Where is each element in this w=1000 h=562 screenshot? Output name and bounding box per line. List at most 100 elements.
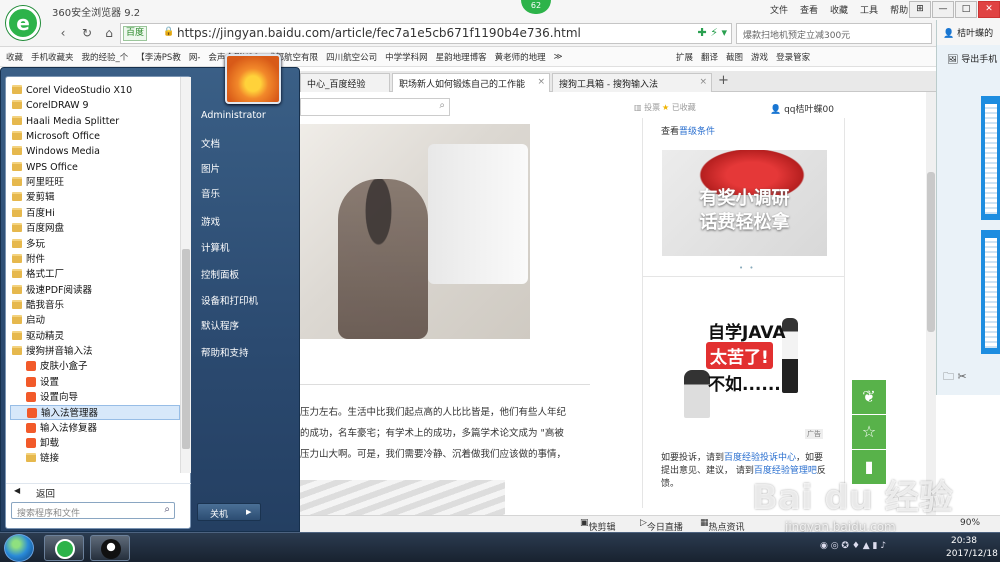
fav-item[interactable]: 中学学科网 [385, 51, 428, 63]
program-item[interactable]: 搜狗拼音输入法 [10, 344, 180, 359]
program-item[interactable]: 百度网盘 [10, 221, 180, 236]
program-item[interactable]: Windows Media [10, 144, 180, 159]
back-button[interactable]: ◀ 返回 [6, 483, 191, 500]
refresh-icon[interactable]: ↻ [78, 25, 96, 41]
minimize-button[interactable]: — [932, 1, 954, 18]
qq-panel-header[interactable]: 👤 桔叶蝶的 [937, 20, 1000, 45]
new-tab-button[interactable]: + [718, 73, 729, 88]
tab-sogou-toolbox[interactable]: 搜狗工具箱 - 搜狗输入法 × [552, 73, 712, 92]
program-item[interactable]: 卸载 [10, 436, 180, 451]
tab-article[interactable]: 职场新人如何锻炼自己的工作能 × [392, 73, 550, 92]
collect-button[interactable]: ★ 已收藏 [662, 102, 696, 113]
search-icon[interactable]: ⌕ [439, 100, 445, 111]
pictures-link[interactable]: 图片 [201, 161, 220, 175]
start-button[interactable] [4, 534, 34, 562]
home-icon[interactable]: ⌂ [100, 25, 118, 41]
menu-view[interactable]: 查看 [800, 3, 818, 16]
search-input[interactable]: 爆款扫地机预定立减300元 [736, 23, 932, 44]
fav-more-icon[interactable]: ≫ [554, 52, 563, 62]
program-item[interactable]: 爱剪辑 [10, 190, 180, 205]
program-item[interactable]: CorelDRAW 9 [10, 98, 180, 113]
start-search-input[interactable]: 搜索程序和文件 ⌕ [11, 502, 175, 519]
fav-item[interactable]: 收藏 [6, 51, 23, 63]
close-tab-icon[interactable]: × [537, 77, 545, 87]
user-avatar[interactable] [225, 54, 281, 104]
devices-printers-link[interactable]: 设备和打印机 [201, 293, 258, 307]
favorite-star-icon[interactable]: ☆ [852, 415, 886, 449]
scissors-icon[interactable]: ✂ [958, 370, 967, 383]
vote-button[interactable]: ▥ 投票 [634, 102, 660, 113]
shutdown-button[interactable]: 关机 ▶ [197, 503, 261, 521]
fav-item[interactable]: 黄老师的地理 [495, 51, 546, 63]
fav-item[interactable]: 星韵地理博客 [436, 51, 487, 63]
program-item[interactable]: 多玩 [10, 237, 180, 252]
program-item[interactable]: 驱动精灵 [10, 329, 180, 344]
fav-item[interactable]: 四川航空公司 [326, 51, 377, 63]
program-item[interactable]: Haali Media Splitter [10, 114, 180, 129]
program-item[interactable]: 链接 [10, 451, 180, 466]
taskbar-360-browser[interactable] [44, 535, 84, 561]
program-item[interactable]: 设置向导 [10, 390, 180, 405]
menu-favorites[interactable]: 收藏 [830, 3, 848, 16]
url-text[interactable]: https://jingyan.baidu.com/article/fec7a1… [177, 26, 581, 40]
program-item[interactable]: 输入法管理器 [10, 405, 180, 421]
games-button[interactable]: 游戏 [751, 51, 768, 63]
program-item[interactable]: 附件 [10, 252, 180, 267]
tab-baidu-center[interactable]: 中心_百度经验 [300, 73, 390, 92]
computer-link[interactable]: 计算机 [201, 240, 230, 254]
hot-news-button[interactable]: ▦ 热点资讯 [700, 518, 745, 533]
menu-file[interactable]: 文件 [770, 3, 788, 16]
skin-button[interactable]: ⊞ [909, 1, 931, 18]
fav-item[interactable]: 手机收藏夹 [31, 51, 74, 63]
export-to-phone-button[interactable]: 🖼 导出手机 [937, 48, 1000, 68]
menu-tools[interactable]: 工具 [860, 3, 878, 16]
program-item[interactable]: 启动 [10, 313, 180, 328]
scrollbar-thumb[interactable] [927, 172, 935, 332]
program-item[interactable]: 输入法修复器 [10, 421, 180, 436]
survey-ad-banner[interactable]: 有奖小调研 话费轻松拿 [662, 150, 827, 256]
user-name-link[interactable]: Administrator [201, 110, 266, 121]
zoom-level[interactable]: 90% [960, 518, 980, 528]
notification-badge[interactable]: 62 [521, 0, 551, 14]
folder-icon[interactable]: 🗀 [943, 370, 954, 383]
program-item[interactable]: 百度Hi [10, 206, 180, 221]
music-link[interactable]: 音乐 [201, 186, 220, 200]
quick-edit-button[interactable]: ▣ 快剪辑 [580, 518, 616, 533]
close-tab-icon[interactable]: × [699, 77, 707, 87]
security-icon[interactable]: ✚ ⚡ ▾ [698, 26, 727, 39]
menu-help[interactable]: 帮助 [890, 3, 908, 16]
program-item[interactable]: 设置 [10, 375, 180, 390]
search-icon[interactable]: ⌕ [164, 504, 170, 515]
complaint-center-link[interactable]: 百度经验投诉中心 [724, 453, 796, 463]
default-programs-link[interactable]: 默认程序 [201, 318, 239, 332]
program-item[interactable]: 极速PDF阅读器 [10, 283, 180, 298]
programs-scrollbar[interactable] [180, 77, 191, 473]
screenshot-thumbnail[interactable] [981, 230, 1000, 354]
page-scrollbar[interactable] [926, 92, 936, 515]
help-support-link[interactable]: 帮助和支持 [201, 345, 249, 359]
clock-time[interactable]: 20:38 [951, 536, 977, 546]
back-icon[interactable]: ‹ [54, 25, 72, 41]
address-bar[interactable]: 百度 🔒 https://jingyan.baidu.com/article/f… [120, 23, 732, 44]
games-link[interactable]: 游戏 [201, 214, 220, 228]
page-search-input[interactable]: ⌕ [300, 98, 450, 116]
live-button[interactable]: ▷ 今日直播 [640, 518, 683, 533]
screenshot-button[interactable]: 截图 [726, 51, 743, 63]
program-item[interactable]: 皮肤小盒子 [10, 359, 180, 374]
java-ad-banner[interactable]: 自学JAVA 太苦了! 不如...... [662, 288, 827, 438]
search-engine-badge[interactable]: 百度 [123, 26, 148, 41]
user-account[interactable]: 👤 qq桔叶蝶00 [770, 102, 834, 115]
scrollbar-thumb[interactable] [182, 249, 190, 449]
program-item[interactable]: 阿里旺旺 [10, 175, 180, 190]
program-item[interactable]: Microsoft Office [10, 129, 180, 144]
login-manager-button[interactable]: 登录管家 [776, 51, 810, 63]
promotion-link[interactable]: 晋级条件 [679, 127, 715, 137]
program-item[interactable]: 酷我音乐 [10, 298, 180, 313]
fav-item[interactable]: 【李涛PS教 [136, 51, 181, 63]
share-icon[interactable]: ❦ [852, 380, 886, 414]
clock-date[interactable]: 2017/12/18 [946, 549, 998, 559]
taskbar-qq[interactable] [90, 535, 130, 561]
close-button[interactable]: ✕ [978, 1, 1000, 18]
screenshot-thumbnail[interactable] [981, 96, 1000, 220]
control-panel-link[interactable]: 控制面板 [201, 267, 239, 281]
